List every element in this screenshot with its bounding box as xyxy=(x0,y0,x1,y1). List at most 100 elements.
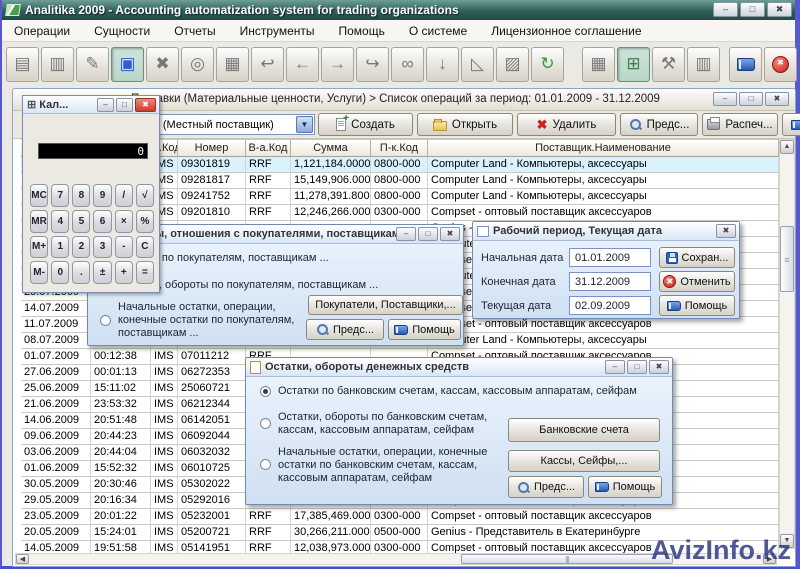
calc-key-×[interactable]: × xyxy=(115,210,133,233)
calc-key-C[interactable]: C xyxy=(136,236,154,259)
down-arrow-button[interactable]: ↓ xyxy=(426,47,459,82)
funds-option-2-radio[interactable] xyxy=(260,418,271,429)
calc-key-0[interactable]: 0 xyxy=(51,261,69,284)
close-icon[interactable]: ✖ xyxy=(767,2,792,17)
undo-button[interactable]: ↩ xyxy=(251,47,284,82)
exit-button[interactable] xyxy=(764,47,797,82)
help-button[interactable]: Помощь xyxy=(588,476,662,498)
предс-button[interactable]: Предс... xyxy=(620,113,698,136)
calc-key-1[interactable]: 1 xyxy=(51,236,69,259)
refresh-button[interactable]: ↻ xyxy=(531,47,564,82)
back-arrow-button[interactable]: ← xyxy=(286,47,319,82)
calc-key-=[interactable]: = xyxy=(136,261,154,284)
calendar-button[interactable]: ▦ xyxy=(582,47,615,82)
chevron-down-icon[interactable]: ▼ xyxy=(296,116,313,133)
partners-list-button[interactable]: Покупатели, Поставщики,... xyxy=(308,295,463,315)
menu-item-1[interactable]: Сущности xyxy=(94,24,150,38)
cancel-button[interactable]: Отменить xyxy=(659,271,735,292)
tools-button[interactable]: ⚒ xyxy=(652,47,685,82)
minimize-icon[interactable]: – xyxy=(713,2,738,17)
new-document-button[interactable]: ▤ xyxy=(6,47,39,82)
close-icon[interactable]: ✖ xyxy=(765,92,789,106)
scroll-up-icon[interactable]: ▲ xyxy=(780,140,794,154)
clipboard-paste-button[interactable]: ▨ xyxy=(496,47,529,82)
calculator-button[interactable]: ⊞ xyxy=(617,47,650,82)
minimize-icon[interactable]: – xyxy=(97,98,114,112)
funds-option-1-radio[interactable] xyxy=(260,386,271,397)
calc-key-%[interactable]: % xyxy=(136,210,154,233)
calc-key-4[interactable]: 4 xyxy=(51,210,69,233)
scroll-left-icon[interactable]: ◀ xyxy=(16,554,29,564)
redo-button[interactable]: ↪ xyxy=(356,47,389,82)
calc-key-MR[interactable]: MR xyxy=(30,210,48,233)
calc-key-6[interactable]: 6 xyxy=(93,210,111,233)
binoculars-search-button[interactable]: ∞ xyxy=(391,47,424,82)
start-date-field[interactable]: 01.01.2009 xyxy=(569,248,651,267)
calc-key-8[interactable]: 8 xyxy=(72,184,90,207)
help-button[interactable]: Помощь xyxy=(659,295,735,316)
открыть-button[interactable]: Открыть xyxy=(417,113,513,136)
column-header-7[interactable]: Поставщик.Наименование xyxy=(428,139,779,157)
funds-option-3-radio[interactable] xyxy=(260,459,271,470)
calc-key-/[interactable]: / xyxy=(115,184,133,207)
calc-key-5[interactable]: 5 xyxy=(72,210,90,233)
horizontal-scroll-thumb[interactable]: ||| xyxy=(461,554,673,564)
restore-icon[interactable]: □ xyxy=(739,92,763,106)
open-folder-button[interactable]: ▥ xyxy=(41,47,74,82)
calc-key-3[interactable]: 3 xyxy=(93,236,111,259)
restore-icon[interactable]: □ xyxy=(740,2,765,17)
restore-icon[interactable]: □ xyxy=(418,227,438,241)
help-button[interactable]: Помощь xyxy=(388,319,461,340)
column-header-4[interactable]: В-а.Код xyxy=(246,139,291,157)
print-button[interactable]: ▦ xyxy=(216,47,249,82)
calc-key-7[interactable]: 7 xyxy=(51,184,69,207)
column-header-6[interactable]: П-к.Код xyxy=(371,139,428,157)
minimize-icon[interactable]: – xyxy=(605,360,625,374)
calc-key-±[interactable]: ± xyxy=(93,261,111,284)
minimize-icon[interactable]: – xyxy=(713,92,737,106)
restore-icon[interactable]: □ xyxy=(627,360,647,374)
help-book-button[interactable] xyxy=(729,47,762,82)
создать-button[interactable]: Создать xyxy=(318,113,413,136)
restore-icon[interactable]: □ xyxy=(116,98,133,112)
minimize-icon[interactable]: – xyxy=(396,227,416,241)
menu-item-5[interactable]: О системе xyxy=(409,24,467,38)
удалить-button[interactable]: ✖Удалить xyxy=(517,113,616,136)
close-icon[interactable]: ✖ xyxy=(716,224,736,238)
распеч-button[interactable]: Распеч... xyxy=(702,113,778,136)
end-date-field[interactable]: 31.12.2009 xyxy=(569,272,651,291)
cash-safes-button[interactable]: Кассы, Сейфы,... xyxy=(508,450,660,472)
column-header-5[interactable]: Сумма xyxy=(291,139,371,157)
ruler-button[interactable]: ◺ xyxy=(461,47,494,82)
column-header-3[interactable]: Номер xyxy=(178,139,246,157)
vertical-scroll-thumb[interactable]: ≡ xyxy=(780,226,794,292)
close-icon[interactable]: ✖ xyxy=(440,227,460,241)
edit-document-button[interactable]: ✎ xyxy=(76,47,109,82)
bank-accounts-button[interactable]: Банковские счета xyxy=(508,418,660,442)
menu-item-6[interactable]: Лицензионное соглашение xyxy=(491,24,641,38)
calc-key-M+[interactable]: M+ xyxy=(30,236,48,259)
menu-item-0[interactable]: Операции xyxy=(14,24,70,38)
calc-key-.[interactable]: . xyxy=(72,261,90,284)
forward-arrow-button[interactable]: → xyxy=(321,47,354,82)
calc-key-+[interactable]: + xyxy=(115,261,133,284)
delete-button[interactable]: ✖ xyxy=(146,47,179,82)
calc-key-MC[interactable]: MC xyxy=(30,184,48,207)
save-button[interactable]: ▣ xyxy=(111,47,144,82)
close-icon[interactable]: ✖ xyxy=(649,360,669,374)
menu-item-3[interactable]: Инструменты xyxy=(240,24,315,38)
calc-key-√[interactable]: √ xyxy=(136,184,154,207)
preview-button[interactable]: Предс... xyxy=(508,476,584,498)
vertical-scrollbar[interactable]: ▲ ≡ ▼ xyxy=(779,139,795,549)
menu-item-2[interactable]: Отчеты xyxy=(174,24,215,38)
calc-key--[interactable]: - xyxy=(115,236,133,259)
table-row[interactable]: 23.05.200920:01:22IMS05232001RRF17,385,4… xyxy=(21,509,779,525)
calc-key-M-[interactable]: M- xyxy=(30,261,48,284)
preview-button[interactable]: ◎ xyxy=(181,47,214,82)
preview-button[interactable]: Предс... xyxy=(306,319,384,340)
partners-option-3-radio[interactable] xyxy=(100,315,111,326)
close-icon[interactable]: ✖ xyxy=(135,98,156,112)
menu-item-4[interactable]: Помощь xyxy=(339,24,385,38)
calc-key-2[interactable]: 2 xyxy=(72,236,90,259)
calc-key-9[interactable]: 9 xyxy=(93,184,111,207)
